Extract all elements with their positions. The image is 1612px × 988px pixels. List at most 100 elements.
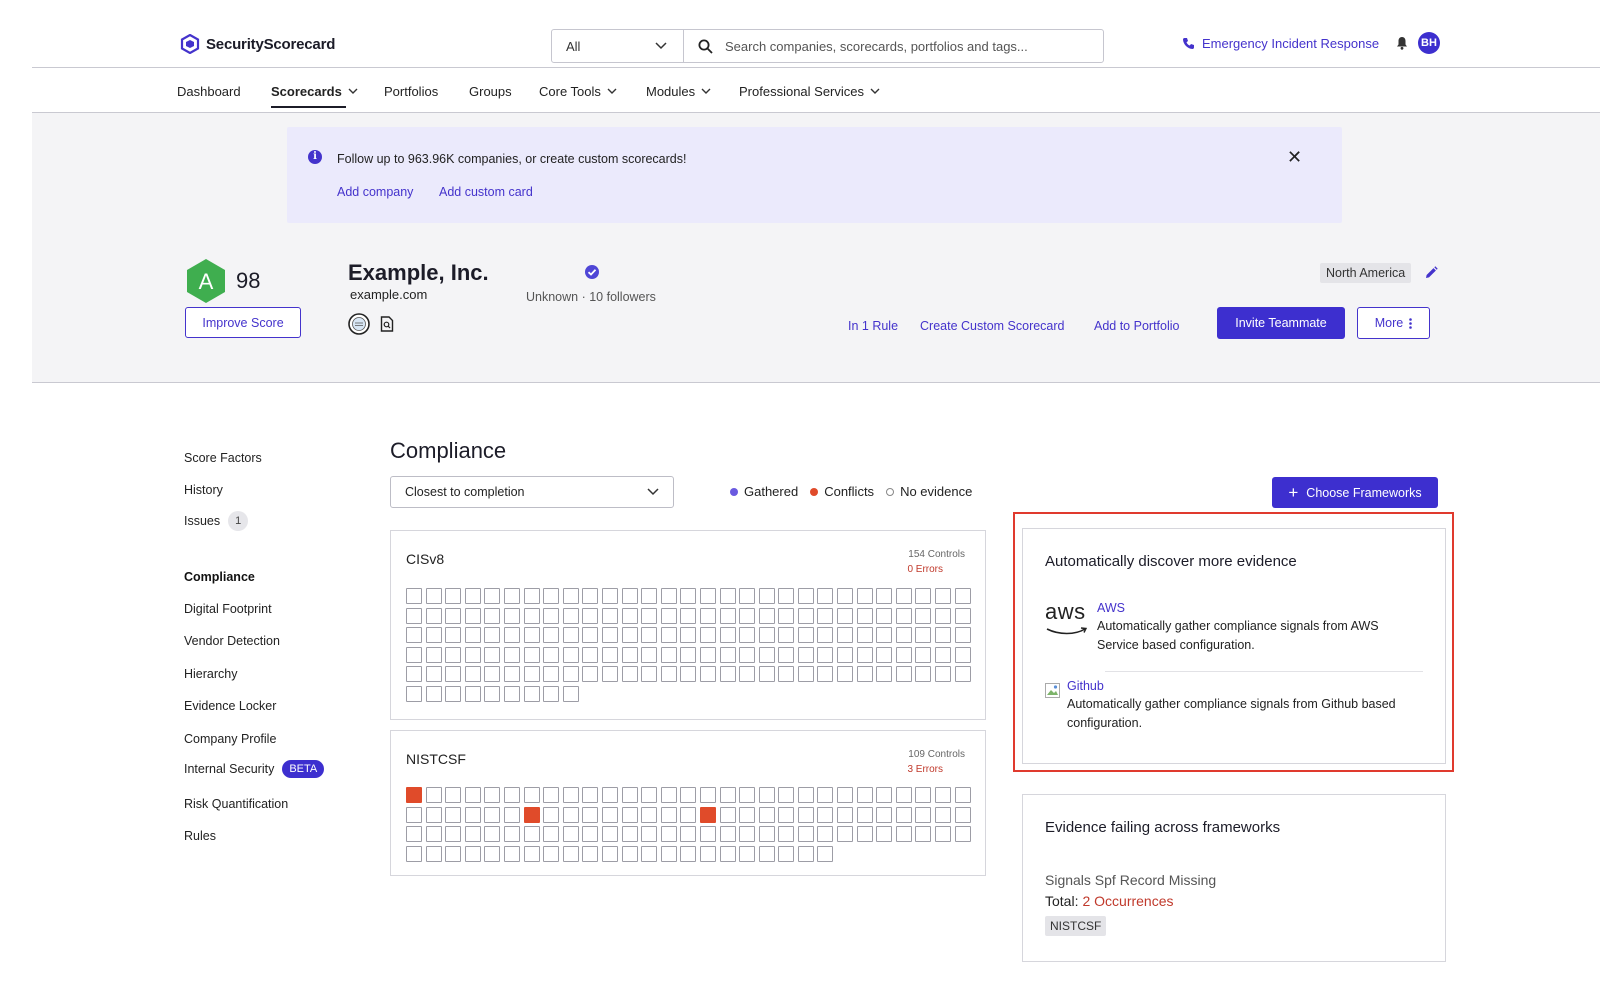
sidebar-item-hierarchy[interactable]: Hierarchy (184, 667, 238, 681)
control-cell[interactable] (935, 607, 952, 624)
control-cell[interactable] (954, 588, 971, 604)
control-cell[interactable] (699, 806, 716, 823)
control-cell[interactable] (523, 845, 540, 862)
control-cell[interactable] (425, 806, 442, 823)
control-cell[interactable] (797, 845, 814, 862)
control-cell[interactable] (680, 787, 697, 803)
control-cell[interactable] (601, 845, 618, 862)
control-cell[interactable] (464, 666, 481, 683)
close-icon[interactable]: ✕ (1287, 147, 1302, 168)
control-cell[interactable] (699, 646, 716, 663)
search-input[interactable]: Search companies, scorecards, portfolios… (684, 30, 1103, 62)
control-cell[interactable] (445, 666, 462, 683)
control-cell[interactable] (523, 607, 540, 624)
control-cell[interactable] (817, 666, 834, 683)
control-cell[interactable] (582, 826, 599, 843)
control-cell[interactable] (797, 627, 814, 644)
control-cell[interactable] (582, 607, 599, 624)
control-cell[interactable] (719, 806, 736, 823)
control-cell[interactable] (484, 826, 501, 843)
control-cell[interactable] (797, 666, 814, 683)
control-cell[interactable] (562, 588, 579, 604)
control-cell[interactable] (543, 787, 560, 803)
control-cell[interactable] (464, 787, 481, 803)
control-cell[interactable] (954, 787, 971, 803)
control-cell[interactable] (719, 646, 736, 663)
control-cell[interactable] (895, 806, 912, 823)
control-cell[interactable] (935, 826, 952, 843)
control-cell[interactable] (739, 826, 756, 843)
control-cell[interactable] (601, 787, 618, 803)
control-cell[interactable] (445, 787, 462, 803)
control-cell[interactable] (699, 666, 716, 683)
control-cell[interactable] (915, 806, 932, 823)
control-cell[interactable] (445, 826, 462, 843)
control-cell[interactable] (778, 646, 795, 663)
control-cell[interactable] (445, 845, 462, 862)
control-cell[interactable] (523, 646, 540, 663)
control-cell[interactable] (621, 666, 638, 683)
control-cell[interactable] (954, 627, 971, 644)
improve-score-button[interactable]: Improve Score (185, 307, 301, 338)
control-cell[interactable] (503, 666, 520, 683)
control-cell[interactable] (543, 607, 560, 624)
control-cell[interactable] (406, 627, 422, 644)
control-cell[interactable] (406, 845, 422, 862)
control-cell[interactable] (915, 666, 932, 683)
control-cell[interactable] (601, 806, 618, 823)
emergency-incident-response-link[interactable]: Emergency Incident Response (1182, 36, 1379, 51)
control-cell[interactable] (954, 806, 971, 823)
control-cell[interactable] (856, 607, 873, 624)
control-cell[interactable] (758, 787, 775, 803)
sidebar-item-digital-footprint[interactable]: Digital Footprint (184, 602, 272, 616)
sidebar-item-vendor-detection[interactable]: Vendor Detection (184, 634, 280, 648)
control-cell[interactable] (660, 607, 677, 624)
control-cell[interactable] (582, 666, 599, 683)
add-company-link[interactable]: Add company (337, 185, 413, 199)
control-cell[interactable] (641, 588, 658, 604)
control-cell[interactable] (562, 826, 579, 843)
control-cell[interactable] (425, 787, 442, 803)
control-cell[interactable] (660, 826, 677, 843)
control-cell[interactable] (464, 806, 481, 823)
control-cell[interactable] (445, 627, 462, 644)
control-cell[interactable] (464, 685, 481, 702)
control-cell[interactable] (680, 806, 697, 823)
control-cell[interactable] (778, 607, 795, 624)
document-search-icon[interactable] (380, 316, 394, 332)
sidebar-item-compliance[interactable]: Compliance (184, 570, 255, 584)
search-scope-select[interactable]: All (552, 30, 684, 62)
control-cell[interactable] (739, 666, 756, 683)
control-cell[interactable] (837, 826, 854, 843)
control-cell[interactable] (562, 845, 579, 862)
control-cell[interactable] (523, 787, 540, 803)
nav-professional-services[interactable]: Professional Services (739, 84, 880, 99)
sidebar-item-internal-security[interactable]: Internal Security BETA (184, 760, 325, 778)
control-cell[interactable] (503, 685, 520, 702)
control-cell[interactable] (719, 607, 736, 624)
control-cell[interactable] (856, 627, 873, 644)
control-cell[interactable] (523, 806, 540, 823)
control-cell[interactable] (758, 646, 775, 663)
control-cell[interactable] (719, 666, 736, 683)
control-cell[interactable] (406, 666, 422, 683)
control-cell[interactable] (425, 685, 442, 702)
control-cell[interactable] (621, 627, 638, 644)
control-cell[interactable] (582, 806, 599, 823)
create-custom-scorecard-link[interactable]: Create Custom Scorecard (920, 319, 1065, 333)
control-cell[interactable] (935, 666, 952, 683)
control-cell[interactable] (582, 845, 599, 862)
control-cell[interactable] (856, 646, 873, 663)
control-cell[interactable] (464, 826, 481, 843)
control-cell[interactable] (425, 845, 442, 862)
control-cell[interactable] (543, 845, 560, 862)
control-cell[interactable] (406, 588, 422, 604)
control-cell[interactable] (837, 806, 854, 823)
control-cell[interactable] (582, 646, 599, 663)
control-cell[interactable] (503, 845, 520, 862)
sidebar-item-history[interactable]: History (184, 483, 223, 497)
control-cell[interactable] (817, 845, 834, 862)
control-cell[interactable] (876, 588, 893, 604)
nav-groups[interactable]: Groups (469, 84, 512, 99)
more-button[interactable]: More (1357, 307, 1430, 339)
